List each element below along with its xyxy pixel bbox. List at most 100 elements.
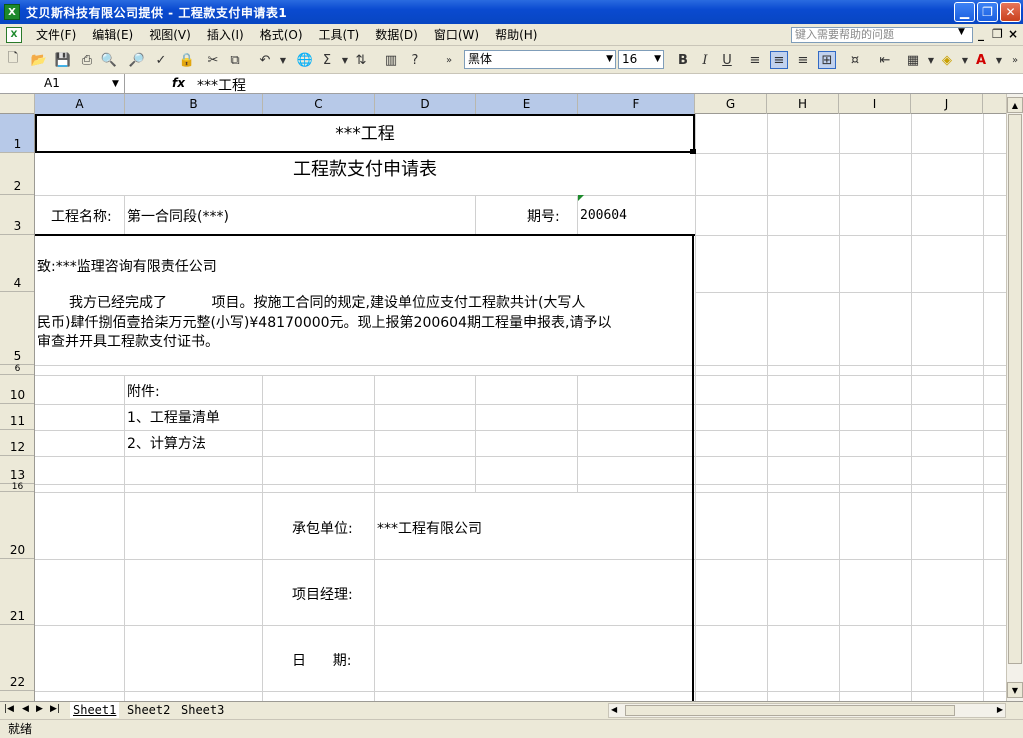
help-icon[interactable]: ? — [406, 51, 424, 69]
sheet-tab[interactable]: Sheet3 — [178, 702, 227, 718]
scroll-up-icon[interactable]: ▲ — [1007, 97, 1023, 113]
prev-sheet-icon[interactable]: ◀ — [22, 704, 29, 714]
function-icon[interactable]: fx — [172, 76, 185, 90]
body-line-1[interactable]: 我方已经完成了 项目。按施工合同的规定,建设单位应支付工程款共计(大写人 — [69, 292, 585, 312]
column-header[interactable]: B — [125, 94, 263, 114]
cell-a1[interactable]: ***工程 — [35, 119, 695, 144]
fill-handle[interactable] — [690, 149, 696, 154]
chart-wizard-icon[interactable]: ▥ — [382, 51, 400, 69]
print-preview-icon[interactable]: 🔍 — [100, 51, 118, 69]
scroll-left-icon[interactable]: ◀ — [611, 705, 617, 714]
menu-window[interactable]: 窗口(W) — [426, 26, 487, 43]
project-name-label[interactable]: 工程名称: — [51, 206, 112, 226]
align-right-icon[interactable]: ≡ — [794, 51, 812, 69]
align-center-icon[interactable]: ≡ — [770, 51, 788, 69]
column-header[interactable]: E — [476, 94, 578, 114]
toolbar-options-icon[interactable]: » — [1006, 51, 1023, 69]
body-line-2[interactable]: 民币)肆仟捌佰壹拾柒万元整(小写)¥48170000元。现上报第200604期工… — [37, 312, 611, 332]
menu-tools[interactable]: 工具(T) — [311, 26, 368, 43]
column-header[interactable]: C — [263, 94, 375, 114]
research-icon[interactable]: 🔎 — [128, 51, 146, 69]
menu-file[interactable]: 文件(F) — [28, 26, 84, 43]
italic-icon[interactable]: I — [696, 51, 714, 69]
toolbar-options-icon[interactable]: » — [440, 51, 458, 69]
column-header[interactable]: H — [767, 94, 839, 114]
attachment-item[interactable]: 2、计算方法 — [127, 433, 206, 453]
menu-insert[interactable]: 插入(I) — [199, 26, 252, 43]
merge-center-icon[interactable]: ⊞ — [818, 51, 836, 69]
fill-color-icon[interactable]: ◈ — [938, 51, 956, 69]
scroll-thumb[interactable] — [1008, 114, 1022, 664]
workbook-icon[interactable]: X — [6, 26, 22, 43]
minimize-button[interactable]: ▁ — [954, 2, 975, 22]
attachment-item[interactable]: 1、工程量清单 — [127, 407, 220, 427]
form-title[interactable]: 工程款支付申请表 — [35, 155, 695, 181]
restore-button[interactable]: ❐ — [977, 2, 998, 22]
doc-restore-icon[interactable]: ❐ — [992, 27, 1003, 41]
help-search-input[interactable]: 键入需要帮助的问题 — [791, 27, 973, 43]
contractor-label[interactable]: 承包单位: — [292, 518, 353, 538]
period-value[interactable]: 200604 — [580, 208, 627, 223]
autosum-icon[interactable]: Σ — [318, 51, 336, 69]
menu-data[interactable]: 数据(D) — [367, 26, 426, 43]
borders-icon[interactable]: ▦ — [904, 51, 922, 69]
last-sheet-icon[interactable]: ▶| — [50, 704, 60, 714]
currency-icon[interactable]: ¤ — [846, 51, 864, 69]
name-box[interactable]: A1 — [0, 74, 125, 93]
column-header[interactable]: J — [911, 94, 983, 114]
period-label[interactable]: 期号: — [527, 206, 560, 226]
row-header[interactable]: 5 — [0, 292, 34, 365]
column-header[interactable]: G — [695, 94, 767, 114]
permission-icon[interactable]: 🔒 — [178, 51, 196, 69]
row-header[interactable]: 21 — [0, 559, 34, 625]
row-header[interactable]: 6 — [0, 365, 34, 375]
body-line-3[interactable]: 审查并开具工程款支付证书。 — [37, 331, 219, 351]
scroll-down-icon[interactable]: ▼ — [1007, 682, 1023, 698]
vertical-scrollbar[interactable]: ▲ ▼ — [1006, 94, 1023, 701]
bold-icon[interactable]: B — [674, 51, 692, 69]
spelling-icon[interactable]: ✓ — [152, 51, 170, 69]
column-header[interactable]: F — [578, 94, 695, 114]
row-header[interactable]: 16 — [0, 483, 34, 492]
row-header[interactable]: 3 — [0, 195, 34, 235]
menu-format[interactable]: 格式(O) — [252, 26, 311, 43]
worksheet-grid[interactable]: ***工程 工程款支付申请表 工程名称: 第一合同段(***) 期号: 2006… — [35, 114, 1006, 701]
attachment-label[interactable]: 附件: — [127, 381, 160, 401]
formula-input[interactable]: ***工程 — [197, 75, 246, 95]
save-icon[interactable]: 💾 — [54, 51, 72, 69]
column-header[interactable]: I — [839, 94, 911, 114]
row-header[interactable]: 4 — [0, 235, 34, 292]
sort-ascending-icon[interactable]: ⇅ — [352, 51, 370, 69]
align-left-icon[interactable]: ≡ — [746, 51, 764, 69]
decrease-indent-icon[interactable]: ⇤ — [876, 51, 894, 69]
next-sheet-icon[interactable]: ▶ — [36, 704, 43, 714]
chevron-down-icon[interactable]: ▼ — [112, 79, 119, 89]
menu-view[interactable]: 视图(V) — [141, 26, 199, 43]
doc-minimize-icon[interactable]: _ — [978, 27, 984, 41]
addressee[interactable]: 致:***监理咨询有限责任公司 — [37, 256, 217, 276]
chevron-down-icon[interactable]: ▼ — [958, 27, 965, 37]
print-icon[interactable]: ⎙ — [78, 51, 96, 69]
row-header[interactable]: 1 — [0, 114, 34, 153]
row-header[interactable]: 20 — [0, 492, 34, 559]
scroll-right-icon[interactable]: ▶ — [997, 705, 1003, 714]
sheet-tab[interactable]: Sheet2 — [124, 702, 173, 718]
sheet-tab[interactable]: Sheet1 — [70, 702, 120, 718]
project-name-value[interactable]: 第一合同段(***) — [127, 206, 229, 226]
menu-edit[interactable]: 编辑(E) — [84, 26, 141, 43]
contractor-value[interactable]: ***工程有限公司 — [377, 518, 482, 538]
row-header[interactable]: 12 — [0, 430, 34, 456]
font-color-icon[interactable]: A — [972, 51, 990, 69]
row-header[interactable]: 2 — [0, 153, 34, 195]
new-icon[interactable]: 🗋 — [4, 51, 22, 69]
font-name-select[interactable]: 黑体 ▼ — [464, 50, 616, 69]
scroll-thumb[interactable] — [625, 705, 955, 716]
row-header[interactable]: 13 — [0, 456, 34, 484]
horizontal-scrollbar[interactable]: ◀ ▶ — [608, 703, 1006, 718]
undo-icon[interactable]: ↶ — [256, 51, 274, 69]
close-button[interactable]: ✕ — [1000, 2, 1021, 22]
date-label[interactable]: 日 期: — [292, 650, 351, 670]
doc-close-icon[interactable]: × — [1008, 27, 1018, 41]
row-header[interactable]: 22 — [0, 625, 34, 691]
copy-icon[interactable]: ⧉ — [226, 51, 244, 69]
